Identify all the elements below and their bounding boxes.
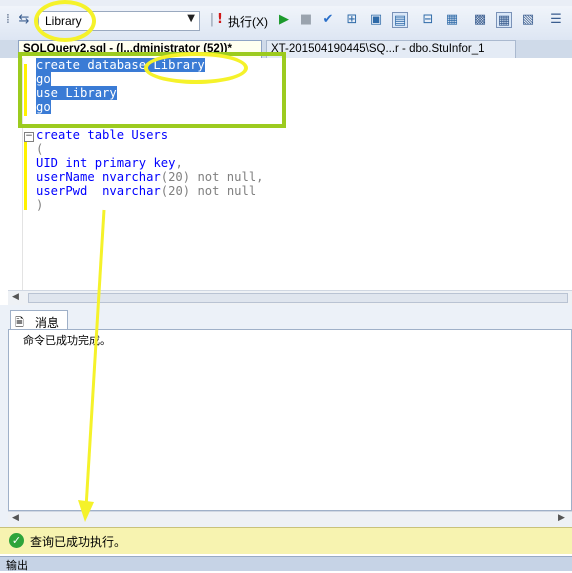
annotation-arrow <box>78 209 106 522</box>
annotation-arrow-line <box>84 209 106 509</box>
annotation-arrow-head <box>78 500 94 522</box>
